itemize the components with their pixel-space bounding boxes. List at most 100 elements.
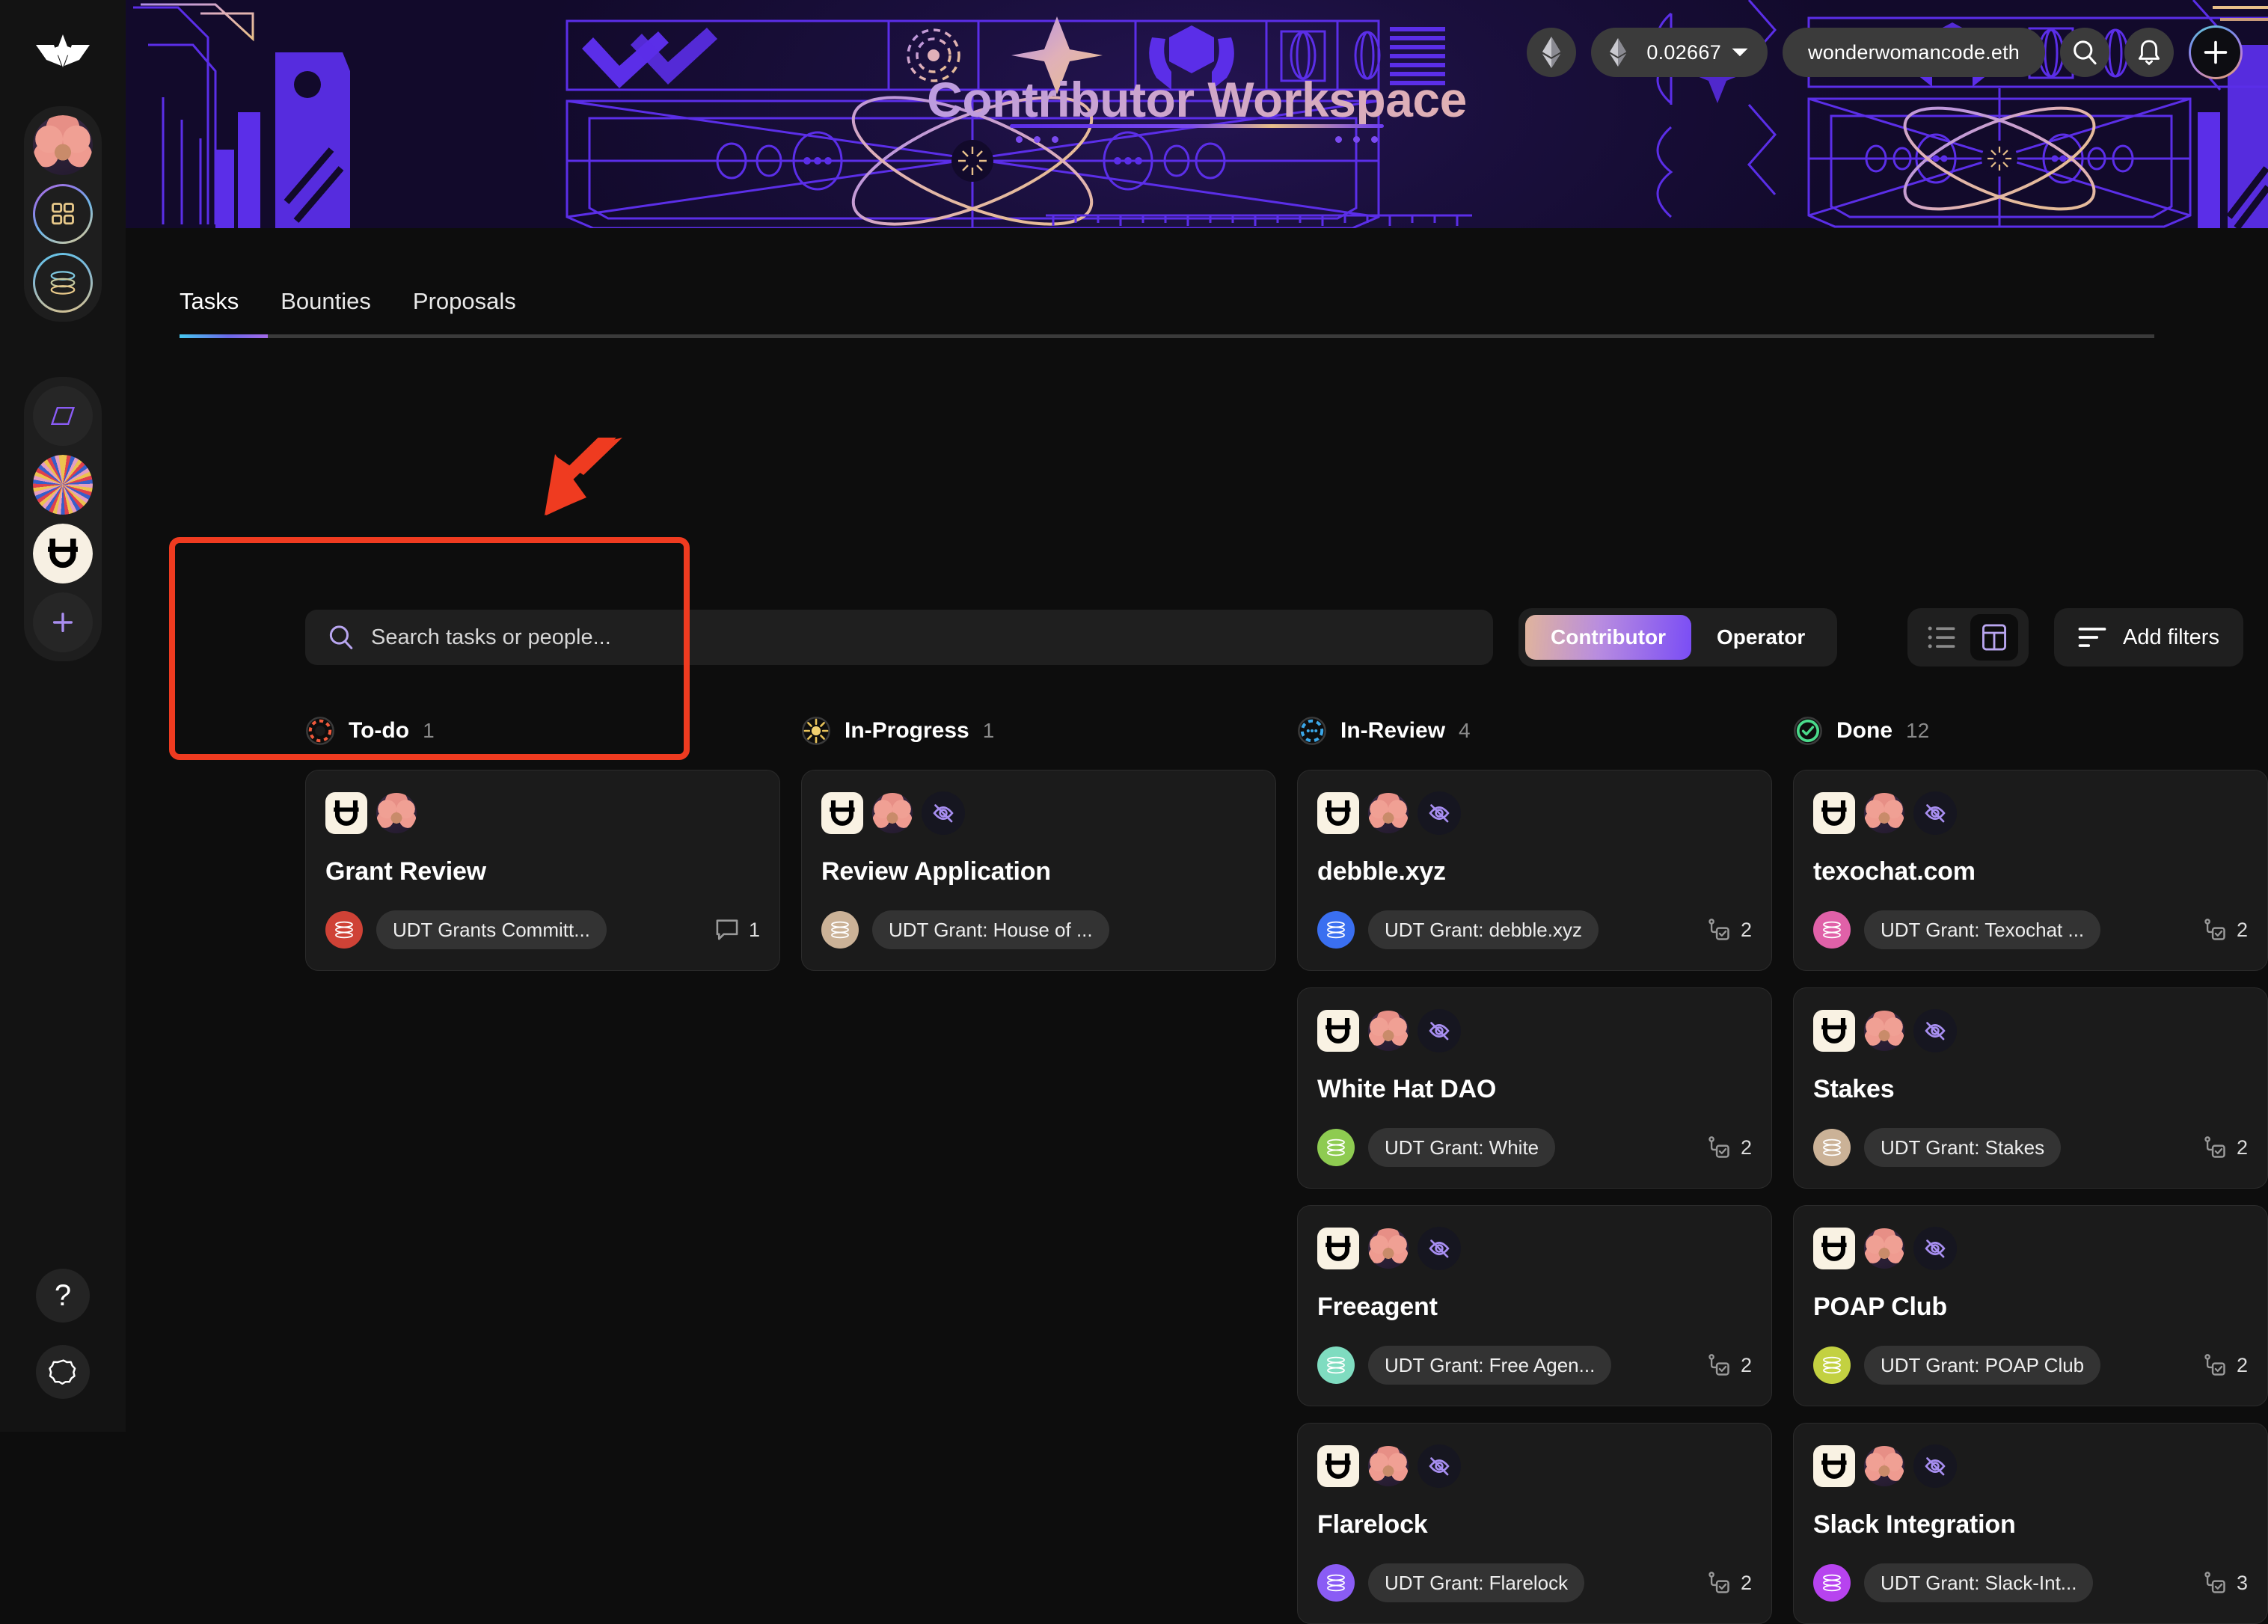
task-card[interactable]: Flarelock UDT Grant: Flarelock 2 — [1297, 1423, 1772, 1624]
help-button[interactable]: ? — [36, 1269, 90, 1323]
project-badge[interactable] — [1317, 1346, 1355, 1384]
assignee-avatar-icon[interactable] — [1864, 1011, 1904, 1051]
project-badge[interactable] — [1317, 1564, 1355, 1602]
add-filters-button[interactable]: Add filters — [2054, 608, 2243, 667]
project-badge[interactable] — [821, 911, 859, 949]
project-chip[interactable]: UDT Grant: White — [1368, 1128, 1556, 1167]
assignee-avatar-icon[interactable] — [1864, 1446, 1904, 1486]
board-column-in-progress: In-Progress 1 Review Application UDT Gra… — [801, 707, 1276, 1624]
role-option-operator[interactable]: Operator — [1691, 615, 1830, 660]
card-header — [1317, 1443, 1752, 1489]
assignee-avatar-icon[interactable] — [1864, 1228, 1904, 1269]
header-search-button[interactable] — [2060, 28, 2109, 77]
subtask-icon — [2204, 1572, 2225, 1593]
project-chip[interactable]: UDT Grant: POAP Club — [1864, 1346, 2101, 1385]
subtask-count: 2 — [1740, 918, 1752, 941]
assignee-avatar-icon[interactable] — [1864, 793, 1904, 833]
list-view-button[interactable] — [1918, 614, 1966, 661]
tab-bounties[interactable]: Bounties — [281, 288, 371, 322]
visibility-toggle[interactable] — [1913, 1444, 1957, 1488]
task-card[interactable]: Review Application UDT Grant: House of .… — [801, 770, 1276, 971]
tab-proposals[interactable]: Proposals — [413, 288, 516, 322]
project-chip[interactable]: UDT Grant: House of ... — [872, 910, 1109, 949]
column-count-in-review: 4 — [1459, 719, 1471, 742]
assignee-avatar-icon[interactable] — [872, 793, 913, 833]
chevron-down-icon — [1732, 48, 1748, 57]
card-meta: 2 — [1707, 1571, 1752, 1595]
sidebar-item-add-workspace[interactable] — [33, 592, 93, 652]
assignee-avatar-icon[interactable] — [1368, 793, 1409, 833]
app-logo[interactable] — [34, 34, 91, 79]
rail-primary-group — [24, 106, 102, 322]
assignee-avatar-icon[interactable] — [376, 793, 417, 833]
view-toggle — [1907, 608, 2029, 667]
task-card[interactable]: Slack Integration UDT Grant: Slack-Int..… — [1793, 1423, 2268, 1624]
subtask-icon — [1708, 1572, 1729, 1593]
account-ens-button[interactable]: wonderwomancode.eth — [1783, 28, 2045, 77]
task-board: To-do 1 Grant Review UDT Grants Committ.… — [305, 707, 2268, 1624]
task-card[interactable]: POAP Club UDT Grant: POAP Club 2 — [1793, 1205, 2268, 1406]
role-toggle: Contributor Operator — [1518, 608, 1838, 667]
role-option-contributor[interactable]: Contributor — [1525, 615, 1691, 660]
project-chip[interactable]: UDT Grant: Texochat ... — [1864, 910, 2101, 949]
visibility-toggle[interactable] — [1418, 1227, 1461, 1270]
sidebar-item-udt-workspace[interactable] — [33, 524, 93, 583]
visibility-toggle[interactable] — [1913, 1009, 1957, 1052]
sidebar-item-apps-grid[interactable] — [33, 184, 93, 244]
project-badge[interactable] — [1813, 1564, 1851, 1602]
visibility-toggle[interactable] — [1418, 1009, 1461, 1052]
project-chip[interactable]: UDT Grant: Free Agen... — [1368, 1346, 1612, 1385]
tab-tasks[interactable]: Tasks — [180, 288, 239, 322]
project-chip[interactable]: UDT Grants Committ... — [376, 910, 607, 949]
visibility-toggle[interactable] — [1418, 791, 1461, 835]
task-card[interactable]: Stakes UDT Grant: Stakes 2 — [1793, 987, 2268, 1189]
project-badge[interactable] — [1317, 911, 1355, 949]
column-header-todo: To-do 1 — [305, 707, 780, 755]
column-cards-in-review: debble.xyz UDT Grant: debble.xyz 2 White… — [1297, 770, 1772, 1624]
project-badge[interactable] — [1813, 1346, 1851, 1384]
task-card[interactable]: Grant Review UDT Grants Committ... 1 — [305, 770, 780, 971]
assignee-avatar-icon[interactable] — [1368, 1446, 1409, 1486]
task-card[interactable]: Freeagent UDT Grant: Free Agen... 2 — [1297, 1205, 1772, 1406]
project-chip[interactable]: UDT Grant: Slack-Int... — [1864, 1563, 2094, 1602]
board-view-button[interactable] — [1970, 614, 2018, 661]
card-footer: UDT Grants Committ... 1 — [325, 910, 760, 949]
sidebar-item-nft-workspace[interactable] — [33, 455, 93, 515]
card-footer: UDT Grant: Stakes 2 — [1813, 1128, 2248, 1167]
rail-bottom-group: ? — [36, 1269, 90, 1399]
search-input[interactable]: Search tasks or people... — [305, 610, 1493, 665]
project-chip[interactable]: UDT Grant: debble.xyz — [1368, 910, 1599, 949]
sidebar-item-workspace-stack[interactable] — [33, 253, 93, 313]
sidebar-item-diamond-workspace[interactable] — [33, 386, 93, 446]
card-header — [1813, 1225, 2248, 1272]
sidebar-item-user-avatar[interactable] — [33, 115, 93, 175]
visibility-toggle[interactable] — [1913, 791, 1957, 835]
project-badge[interactable] — [1813, 1129, 1851, 1166]
visibility-toggle[interactable] — [1418, 1444, 1461, 1488]
create-new-button[interactable] — [2189, 25, 2243, 79]
assignee-avatar-icon[interactable] — [1368, 1228, 1409, 1269]
project-chip[interactable]: UDT Grant: Stakes — [1864, 1128, 2062, 1167]
project-badge[interactable] — [325, 911, 363, 949]
subtask-count: 2 — [2236, 918, 2248, 941]
card-meta: 3 — [2203, 1571, 2248, 1595]
project-chip[interactable]: UDT Grant: Flarelock — [1368, 1563, 1585, 1602]
eth-network-button[interactable] — [1527, 28, 1577, 77]
card-meta: 2 — [1707, 1353, 1752, 1377]
udt-logo-icon — [1317, 1228, 1359, 1269]
task-card[interactable]: White Hat DAO UDT Grant: White 2 — [1297, 987, 1772, 1189]
notifications-button[interactable] — [2124, 28, 2174, 77]
visibility-toggle[interactable] — [1913, 1227, 1957, 1270]
settings-button[interactable] — [36, 1345, 90, 1399]
card-title: White Hat DAO — [1317, 1075, 1497, 1103]
task-card[interactable]: texochat.com UDT Grant: Texochat ... 2 — [1793, 770, 2268, 971]
card-header — [1813, 1443, 2248, 1489]
card-meta: 2 — [2203, 1353, 2248, 1377]
todo-circle-icon — [306, 717, 334, 745]
project-badge[interactable] — [1813, 911, 1851, 949]
assignee-avatar-icon[interactable] — [1368, 1011, 1409, 1051]
wallet-balance-dropdown[interactable]: 0.02667 — [1591, 28, 1768, 77]
task-card[interactable]: debble.xyz UDT Grant: debble.xyz 2 — [1297, 770, 1772, 971]
visibility-toggle[interactable] — [922, 791, 965, 835]
project-badge[interactable] — [1317, 1129, 1355, 1166]
